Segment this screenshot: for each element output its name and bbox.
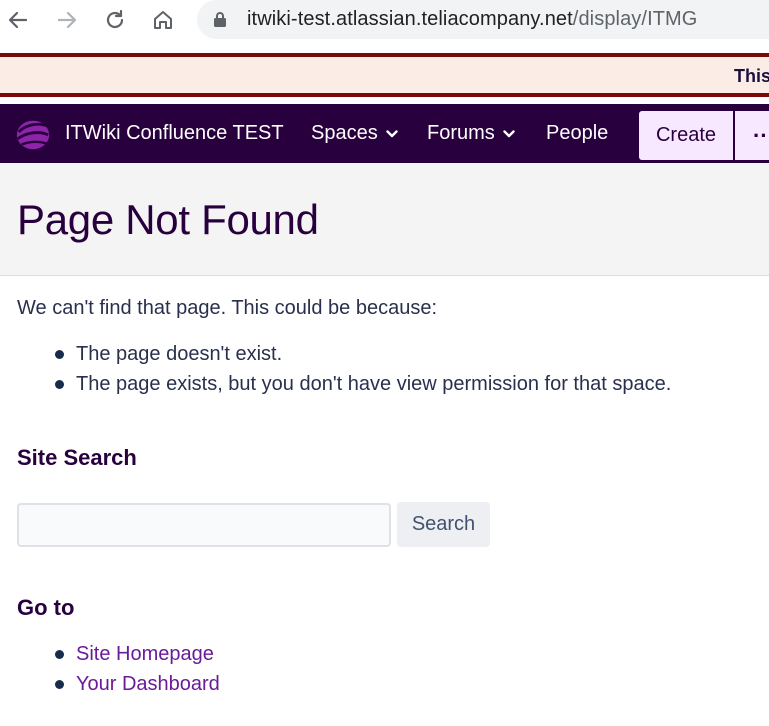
reload-icon [106, 9, 124, 29]
goto-heading: Go to [17, 595, 75, 620]
reason-text: The page exists, but you don't have view… [76, 373, 672, 395]
search-input[interactable] [17, 503, 391, 547]
more-button[interactable]: ·· [735, 111, 769, 160]
app-title[interactable]: ITWiki Confluence TEST [65, 122, 284, 145]
list-item: The page doesn't exist. [17, 341, 671, 371]
nav-spaces[interactable]: Spaces [311, 122, 398, 145]
reason-text: The page doesn't exist. [76, 343, 283, 365]
nav-spaces-label: Spaces [311, 122, 378, 144]
intro-text: We can't find that page. This could be b… [17, 297, 438, 319]
list-item: The page exists, but you don't have view… [17, 371, 671, 401]
telia-logo-icon[interactable] [14, 115, 52, 153]
banner-text: This [734, 66, 769, 86]
chevron-down-icon [386, 129, 398, 137]
nav-forums-label: Forums [427, 122, 495, 144]
bullet [55, 650, 64, 659]
url-text: itwiki-test.atlassian.teliacompany.net/d… [247, 7, 697, 31]
reasons-list: The page doesn't exist. The page exists,… [17, 341, 671, 401]
arrow-right-icon [57, 11, 77, 29]
search-button[interactable]: Search [397, 502, 490, 547]
nav-people-label: People [546, 122, 609, 144]
bullet [55, 680, 64, 689]
bullet [55, 350, 64, 359]
bullet [55, 380, 64, 389]
page-title: Page Not Found [17, 196, 319, 243]
url-path: /display/ITMG [572, 8, 698, 30]
lock-icon [214, 12, 226, 27]
announcement-banner: This [0, 53, 769, 97]
home-button[interactable] [147, 4, 179, 36]
chevron-down-icon [503, 129, 515, 137]
app-header: ITWiki Confluence TEST Spaces Forums Peo… [0, 104, 769, 163]
your-dashboard-link[interactable]: Your Dashboard [76, 673, 220, 695]
nav-forums[interactable]: Forums [427, 122, 515, 145]
list-item: Your Dashboard [17, 671, 220, 701]
site-homepage-link[interactable]: Site Homepage [76, 643, 214, 665]
nav-people[interactable]: People [546, 122, 608, 145]
list-item: Site Homepage [17, 641, 220, 671]
page-header: Page Not Found [0, 163, 769, 276]
forward-button[interactable] [51, 4, 83, 36]
goto-list: Site Homepage Your Dashboard [17, 641, 220, 701]
address-bar[interactable]: itwiki-test.atlassian.teliacompany.net/d… [197, 0, 769, 39]
site-search-heading: Site Search [17, 445, 137, 470]
create-button[interactable]: Create [639, 111, 733, 160]
url-host: itwiki-test.atlassian.teliacompany.net [247, 8, 573, 30]
home-icon [154, 11, 172, 29]
back-button[interactable] [2, 4, 34, 36]
browser-toolbar: itwiki-test.atlassian.teliacompany.net/d… [0, 0, 769, 44]
reload-button[interactable] [99, 4, 131, 36]
arrow-left-icon [8, 11, 28, 29]
